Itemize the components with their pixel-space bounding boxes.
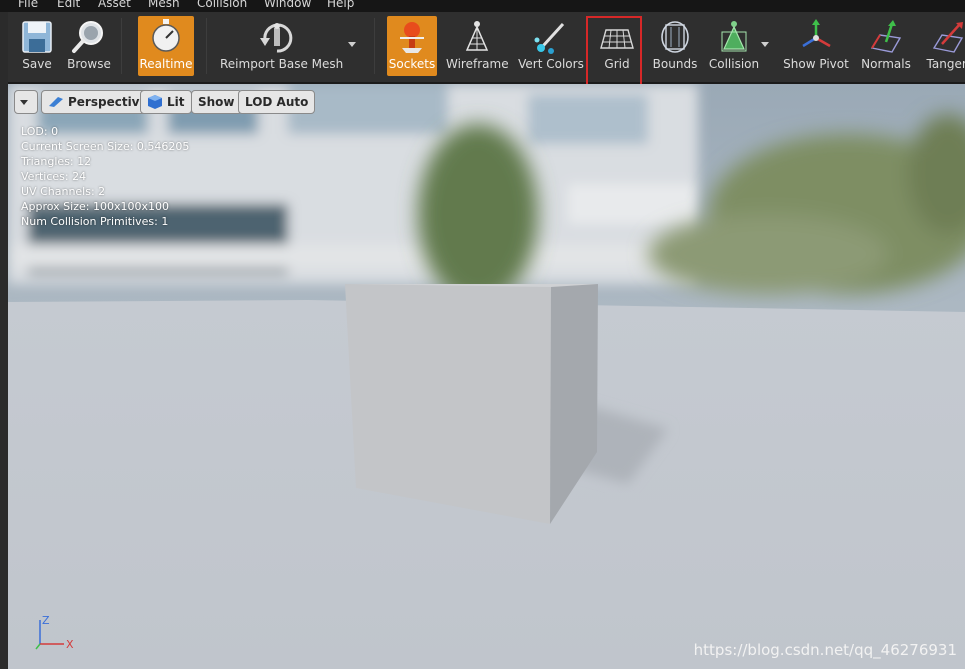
browse-label: Browse	[67, 57, 111, 71]
bounds-icon	[661, 21, 689, 53]
realtime-label: Realtime	[139, 57, 193, 71]
show-label: Show	[198, 95, 235, 109]
menu-edit[interactable]: Edit	[57, 0, 80, 10]
pivot-icon	[802, 19, 831, 48]
normals-icon	[870, 20, 902, 53]
save-label: Save	[22, 57, 52, 71]
sockets-button[interactable]: Sockets	[387, 16, 437, 76]
wireframe-icon	[465, 21, 489, 51]
cube-front-face	[345, 284, 551, 524]
reimport-label: Reimport Base Mesh	[220, 57, 344, 71]
perspective-button[interactable]: Perspective	[41, 90, 155, 114]
viewport[interactable]: Perspective Lit Show LOD Auto LOD: 0 Cur…	[8, 84, 965, 669]
collision-button[interactable]: Collision	[706, 16, 762, 76]
vert-colors-label: Vert Colors	[518, 57, 584, 71]
reimport-icon	[260, 23, 293, 53]
left-panel-edge	[0, 12, 8, 669]
toolbar-separator	[121, 18, 122, 74]
lit-cube-icon	[148, 95, 162, 109]
normals-button[interactable]: Normals	[858, 16, 914, 76]
toolbar: Save Browse Realtime Reimport Base Mesh	[8, 12, 965, 84]
bounds-button[interactable]: Bounds	[649, 16, 701, 76]
stat-approx-size: Approx Size: 100x100x100	[21, 200, 169, 213]
vert-colors-button[interactable]: Vert Colors	[516, 16, 586, 76]
save-icon	[22, 21, 52, 53]
menu-help[interactable]: Help	[327, 0, 354, 10]
reimport-dropdown-caret[interactable]	[348, 42, 356, 47]
perspective-label: Perspective	[68, 95, 148, 109]
wireframe-label: Wireframe	[446, 57, 509, 71]
mesh-stats-overlay: LOD: 0 Current Screen Size: 0.546205 Tri…	[21, 124, 189, 229]
stat-screen-size: Current Screen Size: 0.546205	[21, 140, 190, 153]
tangents-icon	[932, 22, 964, 53]
reimport-base-mesh-button[interactable]: Reimport Base Mesh	[220, 16, 344, 76]
menu-mesh[interactable]: Mesh	[148, 0, 180, 10]
save-button[interactable]: Save	[12, 16, 62, 76]
lit-button[interactable]: Lit	[140, 90, 192, 114]
bounds-label: Bounds	[652, 57, 698, 71]
show-pivot-label: Show Pivot	[783, 57, 849, 71]
menu-collision[interactable]: Collision	[197, 0, 247, 10]
lod-button[interactable]: LOD Auto	[238, 90, 316, 114]
normals-label: Normals	[861, 57, 911, 71]
magnifier-icon	[72, 21, 103, 53]
perspective-icon	[49, 97, 63, 107]
axis-gizmo: Z X	[35, 614, 74, 651]
menu-bar: File Edit Asset Mesh Collision Window He…	[0, 0, 965, 12]
lit-label: Lit	[167, 95, 185, 109]
sockets-label: Sockets	[388, 57, 436, 71]
tangents-label: Tangen	[926, 57, 965, 71]
stat-lod: LOD: 0	[21, 125, 59, 138]
vertex-colors-icon	[534, 22, 565, 54]
collision-label: Collision	[708, 57, 760, 71]
toolbar-separator	[374, 18, 375, 74]
toolbar-separator	[206, 18, 207, 74]
menu-file[interactable]: File	[18, 0, 38, 10]
collision-dropdown-caret[interactable]	[761, 42, 769, 47]
axis-x-label: X	[66, 638, 74, 651]
wireframe-button[interactable]: Wireframe	[446, 16, 509, 76]
watermark: https://blog.csdn.net/qq_46276931	[693, 641, 957, 659]
menu-window[interactable]: Window	[264, 0, 311, 10]
stat-uv-channels: UV Channels: 2	[21, 185, 106, 198]
menu-asset[interactable]: Asset	[98, 0, 131, 10]
axis-z-label: Z	[42, 614, 50, 627]
show-button[interactable]: Show	[191, 90, 242, 114]
stat-triangles: Triangles: 12	[21, 155, 92, 168]
realtime-button[interactable]: Realtime	[138, 16, 194, 76]
stopwatch-icon	[152, 19, 180, 52]
chevron-down-icon	[20, 99, 28, 105]
browse-button[interactable]: Browse	[64, 16, 114, 76]
stat-vertices: Vertices: 24	[21, 170, 87, 183]
show-pivot-button[interactable]: Show Pivot	[780, 16, 852, 76]
collision-icon	[721, 21, 747, 52]
grid-highlight-box	[586, 16, 642, 94]
sockets-icon	[400, 22, 424, 53]
tangents-button[interactable]: Tangen	[920, 16, 965, 76]
viewport-options-button[interactable]	[14, 90, 38, 114]
stat-collision-prims: Num Collision Primitives: 1	[21, 215, 169, 228]
lod-label: LOD Auto	[245, 95, 309, 109]
